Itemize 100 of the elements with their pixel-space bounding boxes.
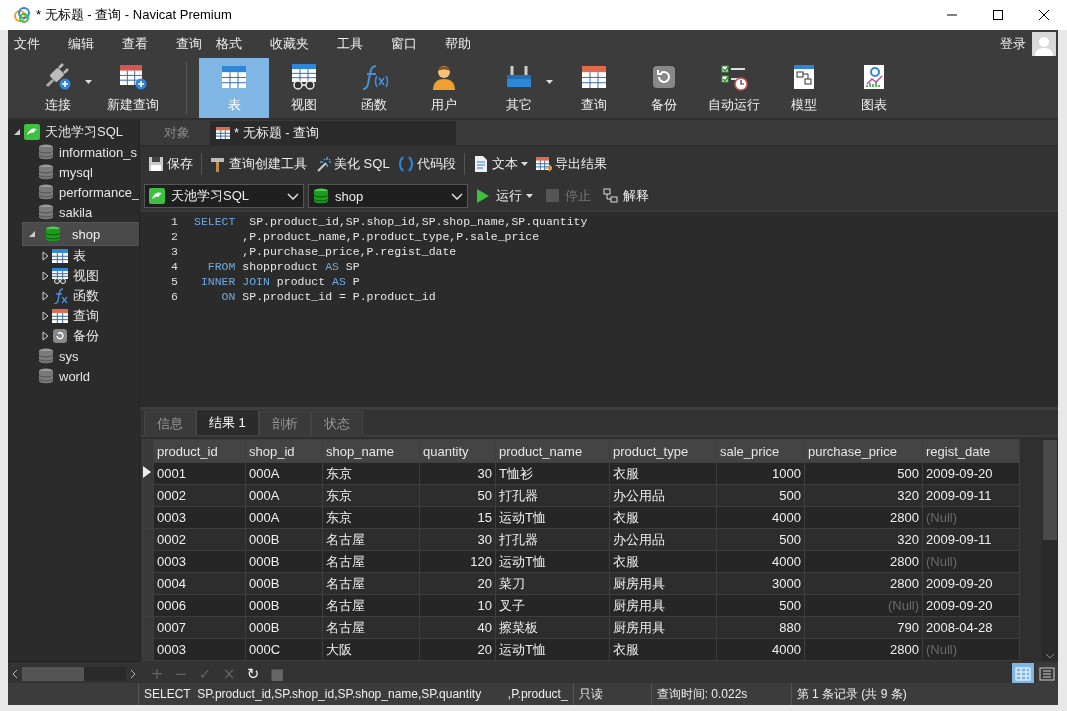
database-icon bbox=[313, 188, 329, 204]
stop-icon bbox=[545, 188, 561, 204]
editor-tab[interactable]: * 无标题 - 查询 bbox=[210, 121, 456, 145]
database-icon bbox=[38, 144, 54, 160]
current-row-marker-icon bbox=[143, 466, 151, 478]
toolbar-button[interactable]: 连接 bbox=[18, 58, 98, 118]
toolbar-button[interactable]: 图表 bbox=[839, 58, 909, 118]
tree-item[interactable]: shop bbox=[22, 222, 139, 246]
flowchart-icon bbox=[603, 188, 619, 204]
document-icon bbox=[472, 156, 489, 172]
explain-button[interactable]: 解释 bbox=[599, 184, 653, 208]
line-number: 4 bbox=[171, 259, 178, 274]
tree-item[interactable]: performance_ bbox=[22, 182, 139, 202]
code-line: SELECT SP.product_id,SP.shop_id,SP.shop_name,SP.quantity bbox=[194, 214, 589, 229]
table-plus-icon bbox=[118, 62, 148, 92]
column-header[interactable]: purchase_price bbox=[804, 439, 923, 463]
vertical-scrollbar[interactable] bbox=[1042, 439, 1058, 661]
toolbar-button[interactable]: 导出结果 bbox=[531, 151, 611, 177]
tree-item[interactable]: 表 bbox=[36, 246, 139, 266]
tree-item[interactable]: 备份 bbox=[36, 326, 139, 346]
chevron-down-icon bbox=[287, 192, 299, 200]
menu-item[interactable]: 编辑 bbox=[62, 30, 102, 58]
column-header[interactable]: shop_name bbox=[322, 439, 420, 463]
database-icon bbox=[38, 184, 54, 200]
column-header[interactable]: sale_price bbox=[716, 439, 805, 463]
column-header[interactable]: product_name bbox=[495, 439, 610, 463]
column-header[interactable]: shop_id bbox=[245, 439, 323, 463]
toolbar-button[interactable]: 函数 bbox=[339, 58, 409, 118]
toolbar-button[interactable]: 美化 SQL bbox=[311, 151, 394, 177]
line-number: 3 bbox=[171, 244, 178, 259]
tree-item[interactable]: 视图 bbox=[36, 266, 139, 286]
result-tab[interactable]: 结果 1 bbox=[196, 409, 259, 435]
database-icon bbox=[38, 204, 54, 220]
database-dropdown[interactable]: shop bbox=[308, 184, 468, 208]
column-header[interactable]: product_type bbox=[609, 439, 717, 463]
column-header[interactable]: product_id bbox=[153, 439, 246, 463]
toolbar-button[interactable]: 自动运行 bbox=[699, 58, 769, 118]
refresh-button[interactable]: ↻ bbox=[242, 662, 264, 685]
database-icon bbox=[38, 348, 54, 364]
close-icon bbox=[1039, 10, 1049, 20]
tree-item[interactable]: sys bbox=[22, 346, 139, 366]
run-button[interactable]: 运行 bbox=[472, 184, 537, 208]
menu-item[interactable]: 格式 bbox=[210, 30, 250, 58]
toolbar-button[interactable]: 模型 bbox=[769, 58, 839, 118]
tree-item[interactable]: mysql bbox=[22, 162, 139, 182]
code-line: ON SP.product_id = P.product_id bbox=[220, 289, 437, 304]
tree-item[interactable]: 天池学习SQL bbox=[8, 122, 139, 142]
database-icon bbox=[45, 226, 61, 242]
login-button[interactable]: 登录 bbox=[994, 35, 1032, 53]
grid-view-button[interactable] bbox=[1012, 662, 1034, 685]
toolbar-button[interactable]: 其它 bbox=[479, 58, 559, 118]
parentheses-icon bbox=[397, 156, 414, 172]
connection-dropdown[interactable]: 天池学习SQL bbox=[144, 184, 304, 208]
toolbar-button[interactable]: 文本 bbox=[468, 151, 532, 177]
toolbar-button[interactable]: 代码段 bbox=[393, 151, 460, 177]
toolbar-button[interactable]: 备份 bbox=[629, 58, 699, 118]
avatar-silhouette bbox=[1032, 32, 1056, 56]
result-tab[interactable]: 信息 bbox=[144, 411, 196, 435]
toolbar-button[interactable]: 用户 bbox=[409, 58, 479, 118]
toolbar-button[interactable]: 查询创建工具 bbox=[206, 151, 311, 177]
menu-item[interactable]: 文件 bbox=[8, 30, 48, 58]
table-glasses-icon bbox=[289, 62, 319, 92]
tree-item[interactable]: sakila bbox=[22, 202, 139, 222]
toolbar-button[interactable]: 查询 bbox=[559, 58, 629, 118]
tree-item[interactable]: 查询 bbox=[36, 306, 139, 326]
scroll-down-icon[interactable] bbox=[1045, 653, 1055, 659]
line-number: 6 bbox=[171, 289, 178, 304]
window-title: * 无标题 - 查询 - Navicat Premium bbox=[36, 6, 233, 24]
tree-item[interactable]: 函数 bbox=[36, 286, 139, 306]
table-glasses-icon bbox=[52, 268, 68, 284]
scroll-left-icon[interactable] bbox=[12, 669, 18, 679]
database-icon bbox=[38, 164, 54, 180]
app-logo-icon bbox=[14, 7, 30, 23]
result-tab[interactable]: 剖析 bbox=[258, 411, 311, 435]
menu-item[interactable]: 收藏夹 bbox=[264, 30, 317, 58]
checklist-clock-icon bbox=[719, 62, 749, 92]
toolbar-button[interactable]: 视图 bbox=[269, 58, 339, 118]
table-icon bbox=[52, 248, 68, 264]
status-record: 第 1 条记录 (共 9 条) bbox=[790, 683, 912, 705]
column-header[interactable]: regist_date bbox=[922, 439, 1020, 463]
row-header[interactable] bbox=[142, 462, 154, 485]
code-line: ,P.product_name,P.product_type,P.sale_price bbox=[241, 229, 541, 244]
column-header[interactable]: quantity bbox=[419, 439, 496, 463]
menu-item[interactable]: 查看 bbox=[116, 30, 156, 58]
magic-wand-icon bbox=[315, 156, 331, 172]
code-line: INNER JOIN product AS P bbox=[199, 274, 361, 289]
line-number: 5 bbox=[171, 274, 178, 289]
form-view-button[interactable] bbox=[1036, 662, 1058, 685]
menu-item[interactable]: 查询 bbox=[170, 30, 210, 58]
menu-item[interactable]: 窗口 bbox=[385, 30, 425, 58]
menu-item[interactable]: 工具 bbox=[331, 30, 371, 58]
backup-icon bbox=[52, 328, 68, 344]
scroll-right-icon[interactable] bbox=[130, 669, 136, 679]
tree-item[interactable]: information_s bbox=[22, 142, 139, 162]
toolbar-button[interactable]: 新建查询 bbox=[98, 58, 168, 118]
result-tab[interactable]: 状态 bbox=[310, 411, 363, 435]
toolbar-button[interactable]: 保存 bbox=[144, 151, 197, 177]
line-number: 1 bbox=[171, 214, 178, 229]
menu-item[interactable]: 帮助 bbox=[439, 30, 479, 58]
tree-item[interactable]: world bbox=[22, 366, 139, 386]
